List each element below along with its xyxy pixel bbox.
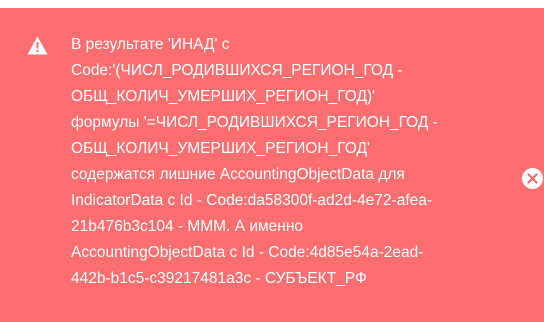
message-line: Code:'(ЧИСЛ_РОДИВШИХСЯ_РЕГИОН_ГОД - — [71, 62, 403, 79]
message-line: ОБЩ_КОЛИЧ_УМЕРШИХ_РЕГИОН_ГОД' — [71, 140, 370, 157]
message-line: ОБЩ_КОЛИЧ_УМЕРШИХ_РЕГИОН_ГОД)' — [71, 88, 376, 105]
message-line: 21b476b3c104 - МММ. А именно — [71, 218, 304, 235]
message-line: формулы '=ЧИСЛ_РОДИВШИХСЯ_РЕГИОН_ГОД - — [71, 114, 438, 131]
warning-icon — [27, 36, 48, 55]
message-line: В результате 'ИНАД' с — [71, 36, 230, 53]
page: В результате 'ИНАД' с Code:'(ЧИСЛ_РОДИВШ… — [0, 0, 544, 322]
error-message: В результате 'ИНАД' с Code:'(ЧИСЛ_РОДИВШ… — [71, 32, 511, 292]
message-line: IndicatorData с Id - Code:da58300f-ad2d-… — [71, 192, 433, 209]
message-line: 442b-b1c5-c39217481a3c - СУБЪЕКТ_РФ — [71, 270, 367, 287]
error-notification: В результате 'ИНАД' с Code:'(ЧИСЛ_РОДИВШ… — [0, 8, 544, 322]
close-circle-icon[interactable] — [521, 167, 544, 190]
close-button[interactable] — [521, 167, 544, 190]
message-line: содержатся лишние AccountingObjectData д… — [71, 166, 405, 183]
message-line: AccountingObjectData с Id - Code:4d85e54… — [71, 244, 424, 261]
